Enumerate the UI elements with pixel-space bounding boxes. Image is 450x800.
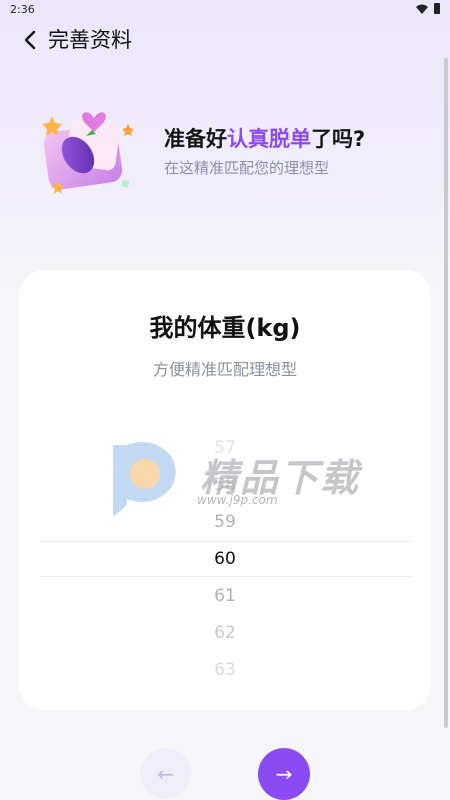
eggplant-envelope-icon	[42, 112, 134, 194]
picker-item[interactable]: 61	[19, 586, 431, 606]
chevron-left-icon	[24, 30, 36, 50]
nav-bar: 完善资料	[0, 22, 450, 58]
picker-item[interactable]: 58	[19, 475, 431, 495]
promo-title-highlight: 认真脱单	[227, 127, 311, 151]
card-title: 我的体重(kg)	[149, 314, 301, 342]
picker-item[interactable]: 59	[19, 512, 431, 532]
picker-item-selected[interactable]: 60	[19, 549, 431, 569]
status-bar: 2:36	[0, 0, 450, 20]
arrow-left-icon: ←	[157, 761, 174, 786]
picker-item[interactable]: 63	[19, 660, 431, 680]
previous-button[interactable]: ←	[140, 748, 191, 799]
weight-card: 我的体重(kg) 方便精准匹配理想型 57 58 59 60 61 62 63	[19, 270, 431, 710]
battery-icon	[434, 3, 440, 14]
status-icons	[416, 3, 440, 14]
wifi-icon	[416, 4, 428, 14]
promo-banner: 准备好认真脱单了吗? 在这精准匹配您的理想型	[0, 95, 450, 205]
back-button[interactable]	[18, 26, 42, 54]
promo-title-suffix: 了吗?	[311, 127, 366, 151]
picker-divider-bottom	[39, 576, 411, 577]
card-subtitle: 方便精准匹配理想型	[152, 360, 297, 379]
picker-item[interactable]: 57	[19, 438, 431, 458]
picker-item[interactable]: 62	[19, 623, 431, 643]
weight-picker[interactable]: 57 58 59 60 61 62 63	[19, 430, 431, 685]
arrow-right-icon: →	[275, 762, 293, 786]
page-title: 完善资料	[48, 28, 132, 52]
next-button[interactable]: →	[258, 748, 310, 800]
promo-subtitle: 在这精准匹配您的理想型	[164, 159, 330, 177]
picker-divider-top	[39, 541, 411, 542]
status-time: 2:36	[10, 3, 35, 16]
promo-title-prefix: 准备好	[164, 127, 227, 151]
promo-title: 准备好认真脱单了吗?	[164, 123, 365, 153]
